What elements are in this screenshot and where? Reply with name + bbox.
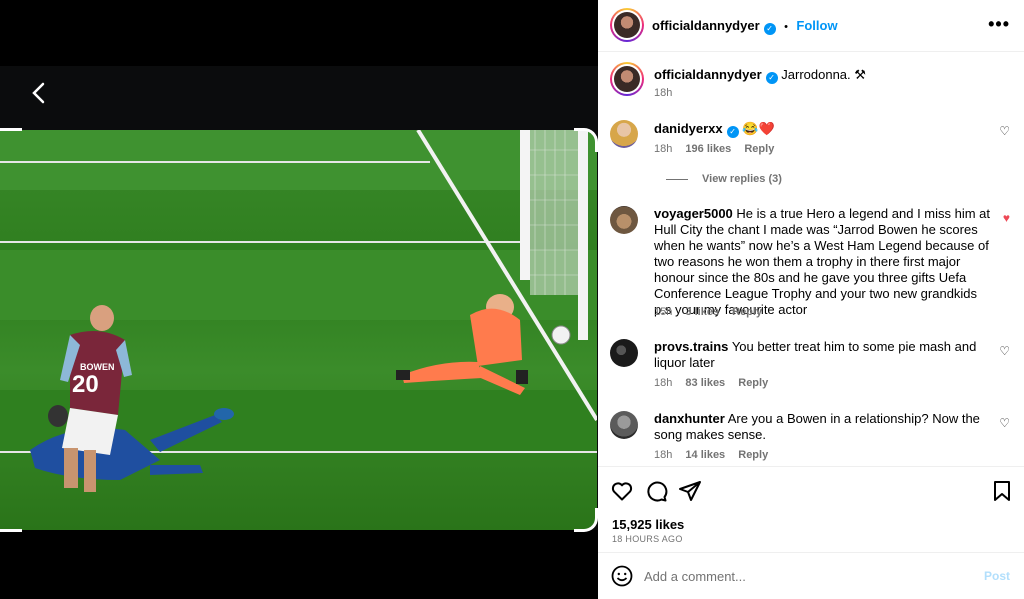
like-button[interactable] bbox=[610, 479, 634, 503]
comment-avatar[interactable] bbox=[610, 206, 638, 234]
follow-button[interactable]: Follow bbox=[796, 18, 837, 33]
comment-time: 18h bbox=[654, 449, 673, 461]
comment-time: 15h bbox=[654, 306, 673, 318]
save-button[interactable] bbox=[990, 479, 1014, 503]
bookmark-icon bbox=[994, 481, 1010, 501]
heart-filled-icon: ♥ bbox=[1002, 211, 1010, 225]
reply-button[interactable]: Reply bbox=[732, 306, 762, 318]
comment-username[interactable]: provs.trains bbox=[654, 339, 728, 354]
post-header: officialdannydyer ✓ • Follow ••• bbox=[598, 0, 1024, 52]
comment-meta: 15h 3 likes Reply bbox=[654, 306, 772, 318]
reply-button[interactable]: Reply bbox=[744, 143, 774, 155]
comment-item: danidyerxx ✓ 😂❤️ 18h 196 likes Reply ♡ Vi… bbox=[610, 120, 1010, 190]
dot-separator: • bbox=[784, 21, 788, 33]
send-icon bbox=[679, 481, 701, 501]
caption-text: Jarrodonna. ⚒ bbox=[781, 67, 866, 82]
comment-username[interactable]: danxhunter bbox=[654, 411, 725, 426]
reply-button[interactable]: Reply bbox=[738, 377, 768, 389]
comment-meta: 18h 196 likes Reply bbox=[654, 143, 784, 155]
author-avatar[interactable] bbox=[610, 8, 644, 42]
verified-badge-icon: ✓ bbox=[763, 23, 776, 35]
football-scene: BOWEN 20 bbox=[0, 130, 597, 492]
comment-likes[interactable]: 3 likes bbox=[685, 306, 719, 318]
comment-item: provs.trains You better treat him to som… bbox=[610, 339, 1010, 391]
reply-button[interactable]: Reply bbox=[738, 449, 768, 461]
crop-corner-bl bbox=[0, 508, 22, 532]
heart-outline-icon: ♡ bbox=[999, 344, 1010, 358]
heart-icon bbox=[611, 482, 633, 501]
view-replies-button[interactable]: View replies (3) bbox=[654, 173, 782, 185]
comment-text: He is a true Hero a legend and I miss hi… bbox=[654, 206, 991, 317]
header-author: officialdannydyer ✓ • Follow bbox=[652, 17, 838, 35]
comment-body: danxhunter Are you a Bowen in a relation… bbox=[654, 411, 994, 443]
caption-meta: 18h bbox=[654, 87, 682, 99]
comment-meta: 18h 83 likes Reply bbox=[654, 377, 778, 389]
caption-time: 18h bbox=[654, 87, 673, 99]
comment-time: 18h bbox=[654, 143, 673, 155]
emoji-button[interactable] bbox=[610, 564, 634, 588]
caption: officialdannydyer ✓ Jarrodonna. ⚒ 18h bbox=[610, 62, 1010, 102]
comment-avatar[interactable] bbox=[610, 120, 638, 148]
comment-likes[interactable]: 196 likes bbox=[685, 143, 731, 155]
comment-meta: 18h 14 likes Reply bbox=[654, 449, 778, 461]
caption-text-block: officialdannydyer ✓ Jarrodonna. ⚒ bbox=[654, 67, 984, 84]
caption-avatar[interactable] bbox=[610, 62, 644, 96]
comment-item: voyager5000 He is a true Hero a legend a… bbox=[610, 206, 1010, 318]
heart-outline-icon: ♡ bbox=[999, 416, 1010, 430]
verified-badge-icon: ✓ bbox=[765, 72, 778, 84]
more-options-button[interactable]: ••• bbox=[988, 14, 1010, 35]
comment-time: 18h bbox=[654, 377, 673, 389]
smiley-icon bbox=[611, 565, 633, 587]
comment-icon bbox=[647, 481, 668, 502]
comment-button[interactable] bbox=[644, 479, 668, 503]
shirt-number: 20 bbox=[72, 371, 99, 398]
post-photo[interactable]: BOWEN 20 bbox=[0, 130, 597, 530]
caption-username[interactable]: officialdannydyer bbox=[654, 67, 762, 82]
comment-avatar[interactable] bbox=[610, 411, 638, 439]
comment-body: danidyerxx ✓ 😂❤️ bbox=[654, 121, 984, 138]
header-username[interactable]: officialdannydyer bbox=[652, 18, 760, 33]
post-panel: officialdannydyer ✓ • Follow ••• official… bbox=[598, 0, 1024, 599]
comment-username[interactable]: voyager5000 bbox=[654, 206, 733, 221]
comment-like-button[interactable]: ♡ bbox=[999, 416, 1010, 430]
comment-likes[interactable]: 83 likes bbox=[685, 377, 725, 389]
comment-likes[interactable]: 14 likes bbox=[685, 449, 725, 461]
media-viewer: BOWEN 20 bbox=[0, 0, 598, 599]
comment-body: voyager5000 He is a true Hero a legend a… bbox=[654, 206, 994, 318]
back-button[interactable] bbox=[28, 80, 50, 106]
comment-like-button[interactable]: ♡ bbox=[999, 124, 1010, 138]
comment-item: danxhunter Are you a Bowen in a relation… bbox=[610, 411, 1010, 463]
comment-body: provs.trains You better treat him to som… bbox=[654, 339, 994, 371]
heart-outline-icon: ♡ bbox=[999, 124, 1010, 138]
comment-like-button[interactable]: ♡ bbox=[999, 344, 1010, 358]
comment-like-button[interactable]: ♥ bbox=[1003, 211, 1010, 225]
comment-username[interactable]: danidyerxx bbox=[654, 121, 723, 136]
chevron-left-icon bbox=[32, 82, 45, 104]
likes-count[interactable]: 15,925 likes bbox=[612, 517, 684, 532]
comment-avatar[interactable] bbox=[610, 339, 638, 367]
add-comment-bar: Post bbox=[598, 552, 1024, 599]
share-button[interactable] bbox=[678, 479, 702, 503]
more-horizontal-icon: ••• bbox=[988, 14, 1010, 34]
verified-badge-icon: ✓ bbox=[726, 126, 739, 138]
comment-input[interactable] bbox=[644, 565, 964, 587]
post-actions: 15,925 likes 18 HOURS AGO bbox=[598, 466, 1024, 552]
post-timestamp: 18 HOURS AGO bbox=[612, 534, 683, 544]
post-comment-button[interactable]: Post bbox=[984, 569, 1010, 583]
comment-text: 😂❤️ bbox=[742, 121, 775, 136]
crop-corner-tl bbox=[0, 128, 22, 152]
